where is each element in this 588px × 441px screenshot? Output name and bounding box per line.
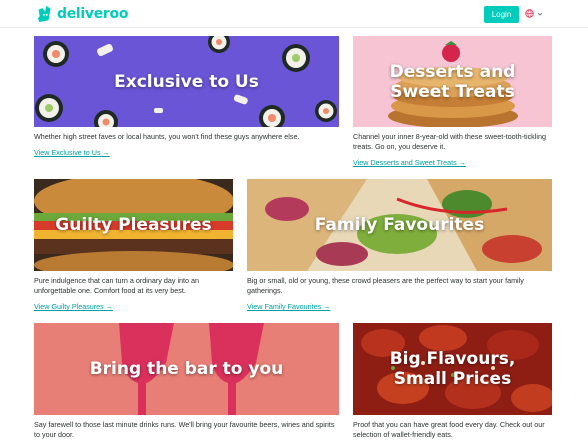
card-title: Desserts and Sweet Treats: [389, 61, 516, 102]
card-description: Proof that you can have great food every…: [353, 420, 545, 439]
card-description: Pure indulgence that can turn a ordinary…: [34, 276, 200, 295]
language-selector[interactable]: [525, 9, 543, 18]
card-title: Big Flavours, Small Prices: [389, 349, 516, 389]
card-image[interactable]: Guilty Pleasures: [34, 179, 233, 271]
card-description: Big or small, old or young, these crowd …: [247, 276, 524, 295]
chevron-down-icon: [537, 12, 543, 16]
card-image[interactable]: Desserts and Sweet Treats: [353, 36, 552, 127]
deliveroo-logo[interactable]: deliveroo: [35, 4, 128, 24]
card-image[interactable]: Family Favourites: [247, 179, 552, 271]
collection-card-family-favourites[interactable]: Family Favourites Big or small, old or y…: [247, 179, 552, 314]
view-exclusive-link[interactable]: View Exclusive to Us →: [34, 148, 110, 158]
top-header: deliveroo Login: [0, 0, 588, 28]
card-title: Family Favourites: [314, 215, 485, 235]
card-description: Whether high street faves or local haunt…: [34, 132, 300, 141]
login-button[interactable]: Login: [484, 6, 519, 23]
collection-card-bring-the-bar[interactable]: Bring the bar to you Say farewell to tho…: [34, 323, 339, 440]
brand-name: deliveroo: [57, 6, 129, 22]
globe-icon: [525, 9, 534, 18]
collection-card-guilty-pleasures[interactable]: Guilty Pleasures Pure indulgence that ca…: [34, 179, 233, 314]
card-description: Say farewell to those last minute drinks…: [34, 420, 335, 439]
view-desserts-link[interactable]: View Desserts and Sweet Treats →: [353, 158, 466, 168]
collection-card-desserts[interactable]: Desserts and Sweet Treats Channel your i…: [353, 36, 552, 170]
card-image[interactable]: Bring the bar to you: [34, 323, 339, 415]
card-image[interactable]: Big Flavours, Small Prices: [353, 323, 552, 415]
card-title: Bring the bar to you: [89, 359, 284, 379]
view-guilty-pleasures-link[interactable]: View Guilty Pleasures →: [34, 302, 113, 312]
collection-card-big-flavours[interactable]: Big Flavours, Small Prices Proof that yo…: [353, 323, 552, 440]
card-description: Channel your inner 8-year-old with these…: [353, 132, 546, 151]
card-title: Exclusive to Us: [114, 71, 259, 92]
view-family-favourites-link[interactable]: View Family Favourites →: [247, 302, 330, 312]
kangaroo-logo-icon: [37, 5, 51, 23]
card-title: Guilty Pleasures: [55, 215, 212, 235]
card-image[interactable]: Exclusive to Us: [34, 36, 339, 127]
collection-card-exclusive[interactable]: Exclusive to Us Whether high street fave…: [34, 36, 339, 160]
